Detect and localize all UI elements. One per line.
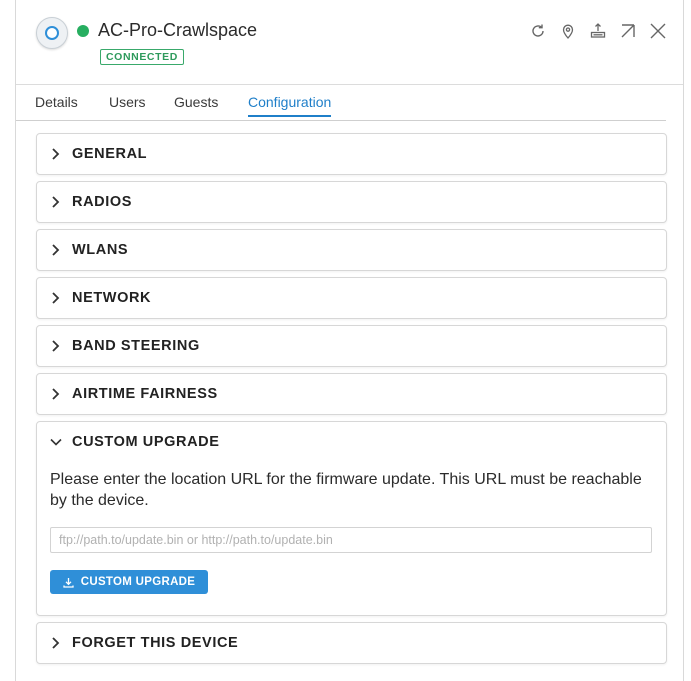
section-title: NETWORK xyxy=(72,290,152,306)
popout-button[interactable] xyxy=(617,20,639,42)
chevron-down-icon xyxy=(49,435,63,449)
status-dot xyxy=(77,25,89,37)
tab-users[interactable]: Users xyxy=(109,94,146,110)
section-header-band-steering[interactable]: BAND STEERING xyxy=(49,326,200,366)
section-header-wlans[interactable]: WLANS xyxy=(49,230,128,270)
locate-icon xyxy=(562,24,574,39)
chevron-right-icon xyxy=(49,291,63,305)
section-header-forget-device[interactable]: FORGET THIS DEVICE xyxy=(49,623,238,663)
section-forget-device: FORGET THIS DEVICE xyxy=(36,622,667,664)
chevron-right-icon xyxy=(49,195,63,209)
status-badge: CONNECTED xyxy=(100,49,184,65)
section-title: AIRTIME FAIRNESS xyxy=(72,386,218,402)
section-title: BAND STEERING xyxy=(72,338,200,354)
chevron-right-icon xyxy=(49,147,63,161)
upload-icon xyxy=(590,23,606,38)
chevron-right-icon xyxy=(49,387,63,401)
upload-button[interactable] xyxy=(587,20,609,42)
firmware-url-input[interactable] xyxy=(50,527,652,553)
section-wlans: WLANS xyxy=(36,229,667,271)
section-header-airtime-fairness[interactable]: AIRTIME FAIRNESS xyxy=(49,374,218,414)
device-panel: AC-Pro-Crawlspace CONNECTED Details User… xyxy=(15,0,684,681)
device-name: AC-Pro-Crawlspace xyxy=(98,20,258,40)
section-custom-upgrade: CUSTOM UPGRADE Please enter the location… xyxy=(36,421,667,616)
close-icon xyxy=(650,23,666,39)
section-title: FORGET THIS DEVICE xyxy=(72,635,239,651)
section-general: GENERAL xyxy=(36,133,667,175)
tab-bar: Details Users Guests Configuration xyxy=(16,92,666,121)
custom-upgrade-button[interactable]: CUSTOM UPGRADE xyxy=(50,570,208,594)
section-header-custom-upgrade[interactable]: CUSTOM UPGRADE xyxy=(49,422,220,462)
close-button[interactable] xyxy=(647,20,669,42)
section-title: GENERAL xyxy=(72,146,148,162)
refresh-icon xyxy=(532,24,544,37)
header-actions xyxy=(527,20,669,42)
download-icon xyxy=(63,577,74,588)
chevron-right-icon xyxy=(49,243,63,257)
custom-upgrade-button-label: CUSTOM UPGRADE xyxy=(80,576,196,588)
chevron-right-icon xyxy=(49,339,63,353)
section-title: CUSTOM UPGRADE xyxy=(72,434,220,450)
section-radios: RADIOS xyxy=(36,181,667,223)
tab-configuration[interactable]: Configuration xyxy=(248,94,332,117)
section-band-steering: BAND STEERING xyxy=(36,325,667,367)
section-title: WLANS xyxy=(72,242,129,258)
section-network: NETWORK xyxy=(36,277,667,319)
popout-icon xyxy=(621,24,635,38)
section-header-general[interactable]: GENERAL xyxy=(49,134,147,174)
upgrade-description: Please enter the location URL for the fi… xyxy=(50,471,642,509)
chevron-right-icon xyxy=(49,636,63,650)
refresh-button[interactable] xyxy=(527,20,549,42)
section-airtime-fairness: AIRTIME FAIRNESS xyxy=(36,373,667,415)
panel-header: AC-Pro-Crawlspace CONNECTED xyxy=(16,0,683,85)
tab-details[interactable]: Details xyxy=(35,94,78,110)
section-header-radios[interactable]: RADIOS xyxy=(49,182,132,222)
section-title: RADIOS xyxy=(72,194,132,210)
locate-button[interactable] xyxy=(557,20,579,42)
section-header-network[interactable]: NETWORK xyxy=(49,278,151,318)
tab-guests[interactable]: Guests xyxy=(174,94,218,110)
device-icon xyxy=(36,17,68,49)
